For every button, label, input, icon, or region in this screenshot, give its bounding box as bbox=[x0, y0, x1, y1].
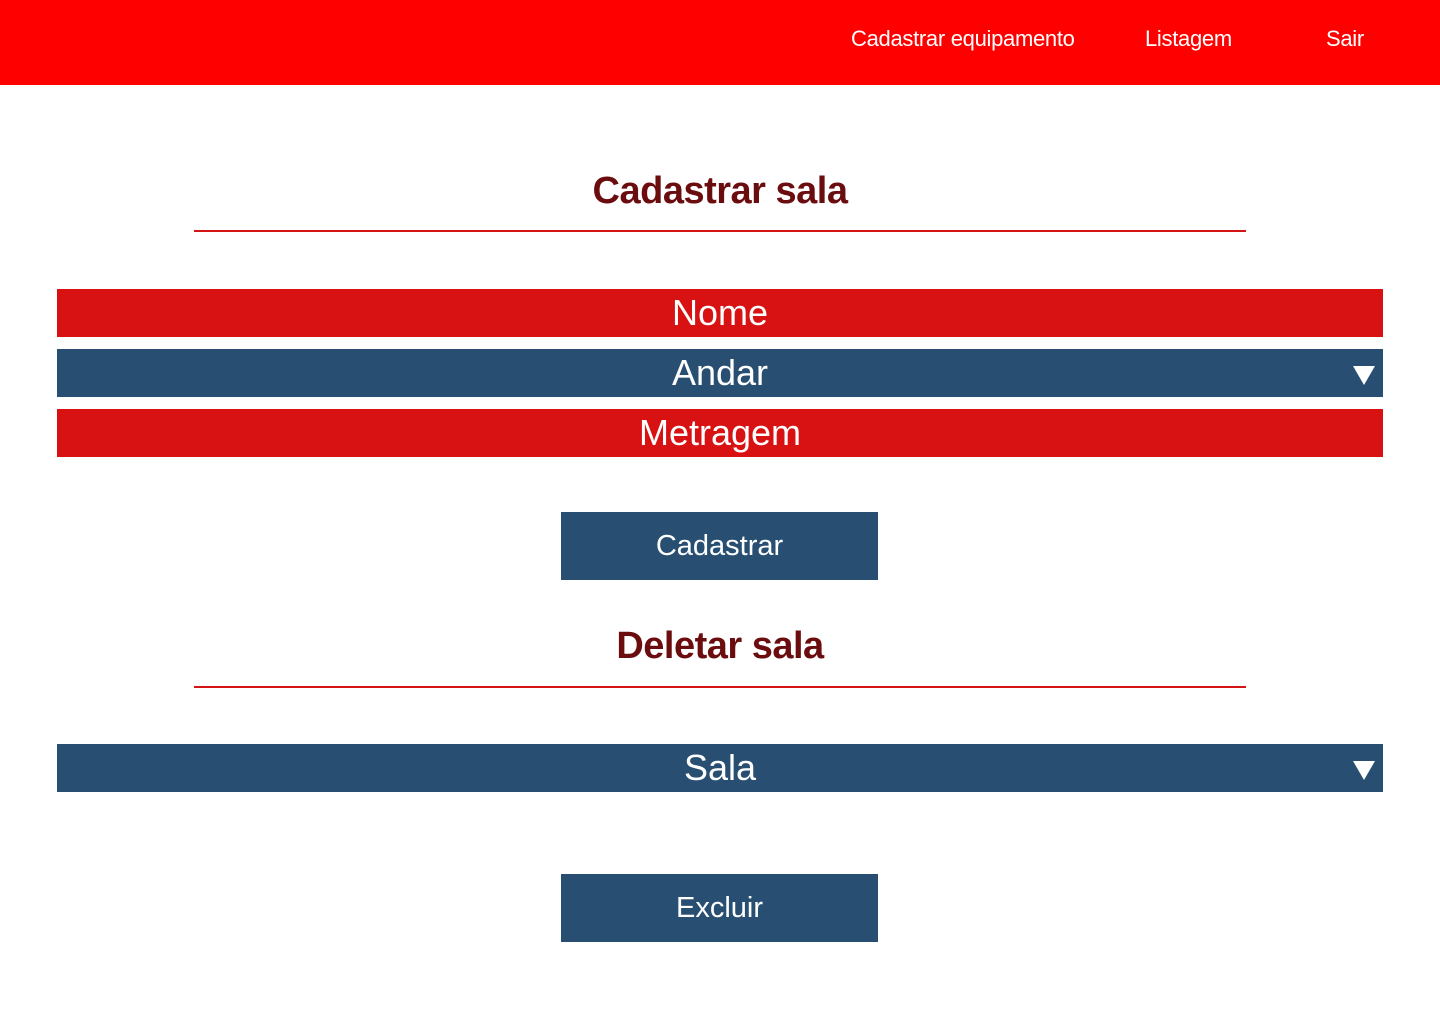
andar-select-label: Andar bbox=[671, 352, 769, 393]
deletar-sala-divider bbox=[194, 686, 1246, 688]
deletar-sala-title: Deletar sala bbox=[616, 625, 824, 667]
excluir-button[interactable]: Excluir bbox=[561, 874, 878, 942]
cadastrar-sala-divider bbox=[194, 230, 1246, 232]
cadastrar-sala-title: Cadastrar sala bbox=[592, 170, 848, 212]
nome-input[interactable] bbox=[57, 289, 1383, 337]
nav-cadastrar-equipamento-link[interactable]: Cadastrar equipamento bbox=[851, 24, 1075, 54]
chevron-down-icon bbox=[1353, 761, 1375, 780]
nav-listagem-link[interactable]: Listagem bbox=[1145, 24, 1232, 54]
sala-select[interactable]: Sala bbox=[57, 744, 1383, 792]
nav-sair-link[interactable]: Sair bbox=[1326, 24, 1364, 54]
chevron-down-icon bbox=[1353, 366, 1375, 385]
metragem-input[interactable] bbox=[57, 409, 1383, 457]
sala-select-label: Sala bbox=[683, 747, 757, 788]
cadastrar-button[interactable]: Cadastrar bbox=[561, 512, 878, 580]
top-navigation-bar: Cadastrar equipamento Listagem Sair bbox=[0, 0, 1440, 85]
andar-select[interactable]: Andar bbox=[57, 349, 1383, 397]
